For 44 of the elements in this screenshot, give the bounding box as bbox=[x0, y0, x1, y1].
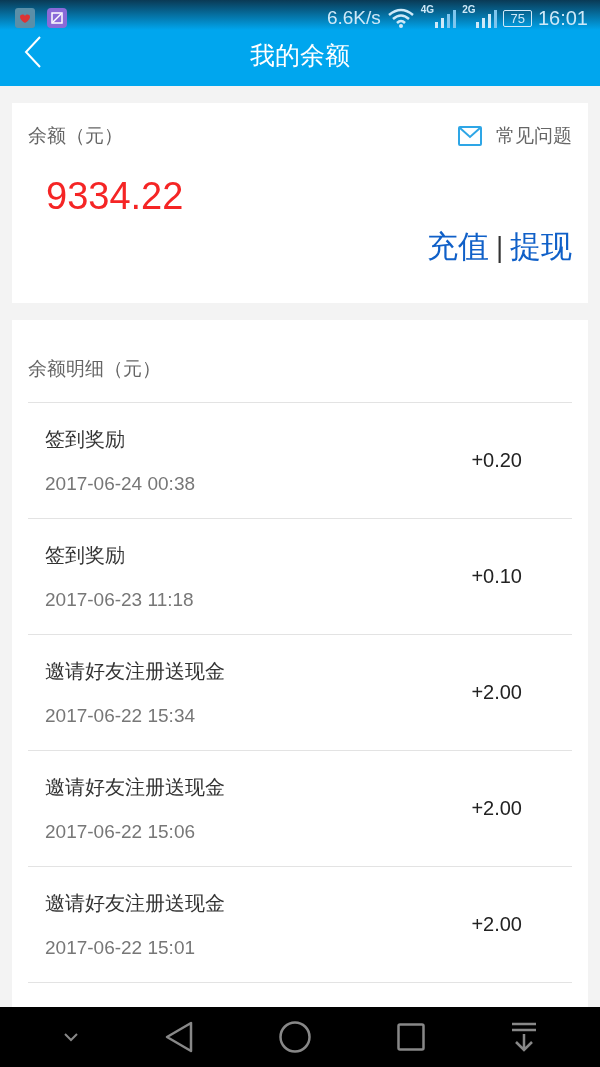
withdraw-link[interactable]: 提现 bbox=[510, 226, 572, 268]
transaction-time: 2017-06-22 15:34 bbox=[45, 705, 196, 727]
transaction-time: 2017-06-22 15:06 bbox=[45, 821, 196, 843]
page-title: 我的余额 bbox=[250, 39, 350, 72]
chevron-down-icon[interactable] bbox=[63, 1032, 79, 1042]
balance-label: 余额（元） bbox=[28, 123, 123, 148]
network-type: 4G bbox=[420, 4, 435, 15]
transaction-amount: +2.00 bbox=[471, 797, 522, 820]
signal-icon bbox=[475, 8, 498, 28]
image-notification-icon bbox=[47, 8, 67, 28]
transaction-time: 2017-06-22 15:01 bbox=[45, 937, 196, 959]
transaction-row[interactable]: 邀请好友注册送现金 2017-06-22 15:06 +2.00 bbox=[28, 751, 572, 867]
back-icon[interactable] bbox=[165, 1021, 193, 1053]
transaction-row[interactable]: 邀请好友注册送现金 2017-06-22 15:01 +2.00 bbox=[28, 867, 572, 983]
transaction-amount: +2.00 bbox=[471, 913, 522, 936]
transaction-amount: +0.10 bbox=[471, 565, 522, 588]
details-title: 余额明细（元） bbox=[28, 320, 572, 403]
balance-amount: 9334.22 bbox=[46, 175, 185, 218]
app-notification-icon bbox=[15, 8, 35, 28]
transaction-row[interactable]: 签到奖励 2017-06-24 00:38 +0.20 bbox=[28, 403, 572, 519]
transaction-name: 签到奖励 bbox=[45, 542, 126, 569]
transaction-amount: +0.20 bbox=[471, 449, 522, 472]
transaction-name: 邀请好友注册送现金 bbox=[45, 890, 225, 917]
network-speed: 6.6K/s bbox=[326, 7, 381, 29]
transaction-row[interactable]: 邀请好友注册送现金 2017-06-22 15:34 +2.00 bbox=[28, 635, 572, 751]
transaction-row[interactable]: 签到奖励 2017-06-23 11:18 +0.10 bbox=[28, 519, 572, 635]
transaction-name: 签到奖励 bbox=[45, 426, 126, 453]
transaction-time: 2017-06-24 00:38 bbox=[45, 473, 195, 495]
transaction-name: 邀请好友注册送现金 bbox=[45, 658, 225, 685]
transaction-name: 邀请好友注册送现金 bbox=[45, 774, 225, 801]
network-type: 2G bbox=[462, 4, 476, 15]
mail-icon[interactable] bbox=[458, 124, 482, 148]
battery-level: 75 bbox=[503, 9, 532, 27]
faq-link[interactable]: 常见问题 bbox=[496, 123, 572, 149]
transaction-time: 2017-06-23 11:18 bbox=[45, 589, 194, 611]
clock: 16:01 bbox=[537, 6, 588, 30]
transaction-amount: +2.00 bbox=[471, 681, 522, 704]
home-icon[interactable] bbox=[279, 1021, 311, 1053]
recharge-link[interactable]: 充值 bbox=[427, 226, 490, 268]
recents-icon[interactable] bbox=[397, 1023, 425, 1051]
wifi-icon bbox=[386, 8, 415, 28]
signal-icon bbox=[434, 8, 457, 28]
pull-down-icon[interactable] bbox=[511, 1022, 537, 1052]
separator: | bbox=[495, 232, 504, 262]
